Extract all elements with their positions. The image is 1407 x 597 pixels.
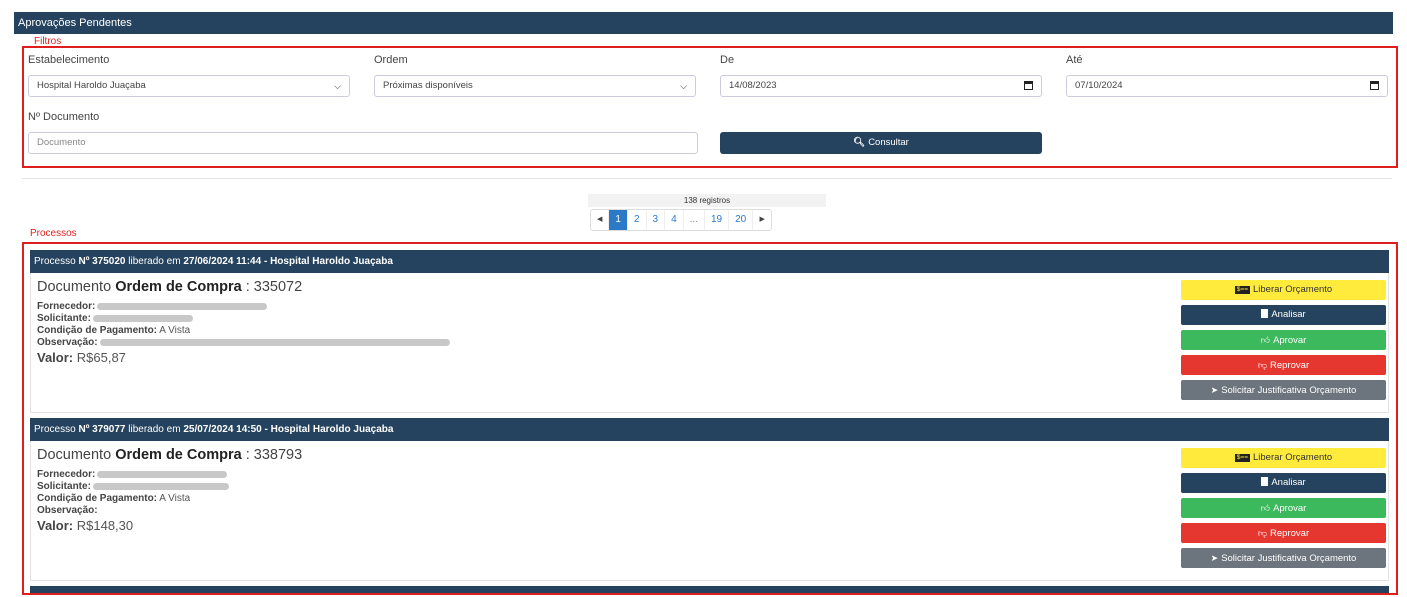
documento-placeholder: Documento — [37, 137, 86, 148]
process-header-partial — [30, 586, 1389, 593]
redacted-text — [92, 314, 193, 322]
observacao-line: Observação: — [37, 505, 98, 516]
process-number: Nº 375020 — [78, 256, 126, 267]
records-count: 138 registros — [588, 194, 826, 207]
de-date-input[interactable]: 14/08/2023 — [720, 75, 1042, 97]
solicitar-justificativa-button[interactable]: ➤ Solicitar Justificativa Orçamento — [1181, 548, 1386, 568]
solicitante-line: Solicitante: — [37, 481, 229, 492]
ate-label: Até — [1066, 54, 1083, 66]
chevron-down-icon: ⌵ — [680, 81, 687, 91]
valor-line: Valor: R$65,87 — [37, 350, 126, 365]
process-header: Processo Nº 375020 liberado em 27/06/202… — [30, 250, 1389, 273]
page-title-bar: Aprovações Pendentes — [14, 12, 1393, 34]
consultar-label: Consultar — [868, 137, 909, 148]
liberar-orcamento-button[interactable]: $== Liberar Orçamento — [1181, 280, 1386, 300]
document-title: Documento Ordem de Compra : 338793 — [37, 447, 303, 463]
analisar-button[interactable]: Analisar — [1181, 473, 1386, 493]
processes-section-label: Processos — [30, 228, 77, 239]
ordem-select[interactable]: Próximas disponíveis ⌵ — [374, 75, 696, 97]
page-2[interactable]: 2 — [628, 210, 647, 230]
ordem-label: Ordem — [374, 54, 408, 66]
analisar-button[interactable]: Analisar — [1181, 305, 1386, 325]
reprovar-button[interactable]: 👎︎ Reprovar — [1181, 523, 1386, 543]
documento-input[interactable]: Documento — [28, 132, 698, 154]
search-icon: 🔍︎ — [853, 137, 866, 148]
next-page-icon[interactable]: ▶ — [753, 210, 771, 230]
aprovar-button[interactable]: 👍︎ Aprovar — [1181, 498, 1386, 518]
chevron-down-icon: ⌵ — [334, 81, 341, 91]
fornecedor-line: Fornecedor: — [37, 469, 228, 480]
calendar-icon[interactable] — [1024, 81, 1033, 90]
liberar-orcamento-button[interactable]: $== Liberar Orçamento — [1181, 448, 1386, 468]
paper-plane-icon: ➤ — [1210, 553, 1219, 563]
solicitar-justificativa-button[interactable]: ➤ Solicitar Justificativa Orçamento — [1181, 380, 1386, 400]
estabelecimento-label: Estabelecimento — [28, 54, 110, 66]
process-hospital: - Hospital Haroldo Juaçaba — [263, 256, 393, 267]
page-19[interactable]: 19 — [705, 210, 730, 230]
thumbs-down-icon: 👎︎ — [1257, 360, 1268, 370]
ate-date-value: 07/10/2024 — [1075, 80, 1123, 91]
page-20[interactable]: 20 — [729, 210, 754, 230]
money-icon: $== — [1234, 286, 1250, 294]
document-title: Documento Ordem de Compra : 335072 — [37, 279, 303, 295]
fornecedor-line: Fornecedor: — [37, 301, 268, 312]
de-date-value: 14/08/2023 — [729, 80, 777, 91]
condicao-line: Condição de Pagamento: A Vista — [37, 493, 191, 504]
process-date: 27/06/2024 11:44 — [183, 256, 262, 267]
process-date: 25/07/2024 14:50 — [183, 424, 262, 435]
process-card: Documento Ordem de Compra : 335072 Forne… — [30, 273, 1389, 413]
estabelecimento-value: Hospital Haroldo Juaçaba — [37, 80, 146, 91]
thumbs-down-icon: 👎︎ — [1257, 528, 1268, 538]
aprovar-button[interactable]: 👍︎ Aprovar — [1181, 330, 1386, 350]
valor-line: Valor: R$148,30 — [37, 518, 134, 533]
estabelecimento-select[interactable]: Hospital Haroldo Juaçaba ⌵ — [28, 75, 350, 97]
thumbs-up-icon: 👍︎ — [1260, 335, 1271, 345]
money-icon: $== — [1234, 454, 1250, 462]
pagination: ◀ 1 2 3 4 ... 19 20 ▶ — [590, 209, 773, 231]
solicitante-line: Solicitante: — [37, 313, 193, 324]
page-4[interactable]: 4 — [665, 210, 684, 230]
ate-date-input[interactable]: 07/10/2024 — [1066, 75, 1388, 97]
ordem-value: Próximas disponíveis — [383, 80, 473, 91]
documento-label: Nº Documento — [28, 111, 100, 123]
thumbs-up-icon: 👍︎ — [1260, 503, 1271, 513]
prev-page-icon[interactable]: ◀ — [591, 210, 610, 230]
page-1[interactable]: 1 — [609, 210, 628, 230]
reprovar-button[interactable]: 👎︎ Reprovar — [1181, 355, 1386, 375]
condicao-line: Condição de Pagamento: A Vista — [37, 325, 191, 336]
observacao-line: Observação: — [37, 337, 450, 348]
processes-panel: Processo Nº 375020 liberado em 27/06/202… — [22, 242, 1398, 595]
process-number: Nº 379077 — [78, 424, 126, 435]
document-icon — [1261, 309, 1269, 318]
page-title: Aprovações Pendentes — [18, 17, 132, 29]
process-header: Processo Nº 379077 liberado em 25/07/202… — [30, 418, 1389, 441]
redacted-text — [97, 302, 268, 310]
de-label: De — [720, 54, 735, 66]
page-ellipsis: ... — [684, 210, 705, 230]
redacted-text — [99, 338, 450, 346]
process-hospital: - Hospital Haroldo Juaçaba — [264, 424, 394, 435]
paper-plane-icon: ➤ — [1210, 385, 1219, 395]
redacted-text — [97, 470, 228, 478]
redacted-text — [92, 482, 229, 490]
process-card: Documento Ordem de Compra : 338793 Forne… — [30, 441, 1389, 581]
calendar-icon[interactable] — [1370, 81, 1379, 90]
document-icon — [1261, 477, 1269, 486]
page-3[interactable]: 3 — [647, 210, 666, 230]
divider — [22, 178, 1392, 179]
consultar-button[interactable]: 🔍︎ Consultar — [720, 132, 1042, 154]
